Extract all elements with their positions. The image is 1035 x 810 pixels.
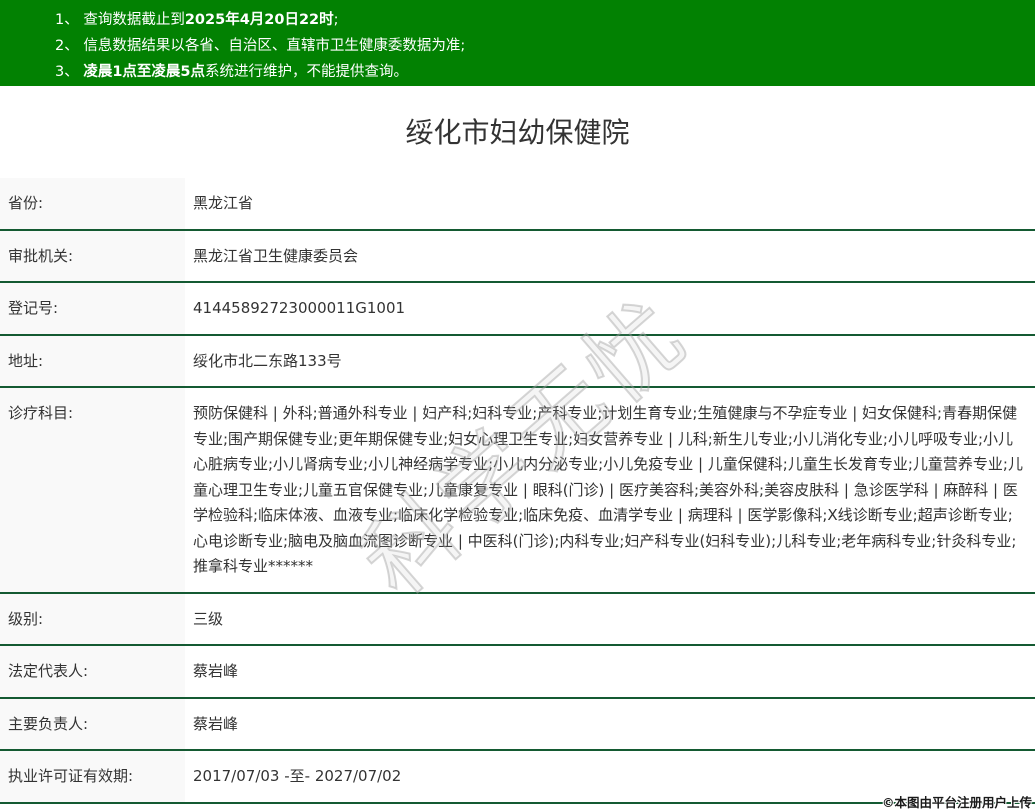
row-value-approval-authority: 黑龙江省卫生健康委员会 <box>185 229 1035 283</box>
table-row: 省份: 黑龙江省 <box>0 178 1035 231</box>
page-title: 绥化市妇幼保健院 <box>405 116 630 149</box>
row-value-province: 黑龙江省 <box>185 178 1035 231</box>
row-value-level: 三级 <box>185 592 1035 646</box>
row-label-medical-subjects: 诊疗科目: <box>0 387 185 594</box>
notice-line-1: 1、 查询数据截止到2025年4月20日22时; <box>55 12 339 28</box>
row-label-legal-representative: 法定代表人: <box>0 645 185 699</box>
table-row: 诊疗科目: 预防保健科 | 外科;普通外科专业 | 妇产科;妇科专业;产科专业;… <box>0 387 1035 594</box>
row-value-medical-subjects: 预防保健科 | 外科;普通外科专业 | 妇产科;妇科专业;产科专业;计划生育专业… <box>185 387 1035 594</box>
row-label-principal-person: 主要负责人: <box>0 697 185 751</box>
table-row: 级别: 三级 <box>0 592 1035 646</box>
table-row: 地址: 绥化市北二东路133号 <box>0 334 1035 388</box>
row-label-level: 级别: <box>0 592 185 646</box>
table-row: 法定代表人: 蔡岩峰 <box>0 645 1035 699</box>
table-row: 主要负责人: 蔡岩峰 <box>0 697 1035 751</box>
row-label-address: 地址: <box>0 334 185 388</box>
notice-line-2-text: 2、 信息数据结果以各省、自治区、直辖市卫生健康委数据为准; <box>55 38 466 54</box>
row-value-address: 绥化市北二东路133号 <box>185 334 1035 388</box>
copyright-stamp: ©本图由平台注册用户上传 <box>881 795 1032 810</box>
notice-line-3-bold: 凌晨1点至凌晨5点 <box>83 64 206 80</box>
row-value-principal-person: 蔡岩峰 <box>185 697 1035 751</box>
row-label-license-validity: 执业许可证有效期: <box>0 750 185 804</box>
table-row: 审批机关: 黑龙江省卫生健康委员会 <box>0 229 1035 283</box>
row-value-registration-number: 41445892723000011G1001 <box>185 282 1035 336</box>
notice-line-1-bold: 2025年4月20日22时 <box>184 12 334 28</box>
row-label-province: 省份: <box>0 178 185 231</box>
row-label-registration-number: 登记号: <box>0 282 185 336</box>
hospital-info-table: 省份: 黑龙江省 审批机关: 黑龙江省卫生健康委员会 登记号: 41445892… <box>0 178 1035 804</box>
notice-line-1-text: 1、 查询数据截止到 <box>55 12 185 28</box>
table-row: 登记号: 41445892723000011G1001 <box>0 282 1035 336</box>
row-label-approval-authority: 审批机关: <box>0 229 185 283</box>
notice-line-3: 3、 凌晨1点至凌晨5点系统进行维护，不能提供查询。 <box>55 64 409 80</box>
table-row: 执业许可证有效期: 2017/07/03 -至- 2027/07/02 <box>0 750 1035 804</box>
notice-line-2: 2、 信息数据结果以各省、自治区、直辖市卫生健康委数据为准; <box>55 33 1025 59</box>
notice-line-3-text: 3、 <box>55 64 84 80</box>
notice-banner: 1、 查询数据截止到2025年4月20日22时; 2、 信息数据结果以各省、自治… <box>0 0 1035 86</box>
row-value-legal-representative: 蔡岩峰 <box>185 645 1035 699</box>
